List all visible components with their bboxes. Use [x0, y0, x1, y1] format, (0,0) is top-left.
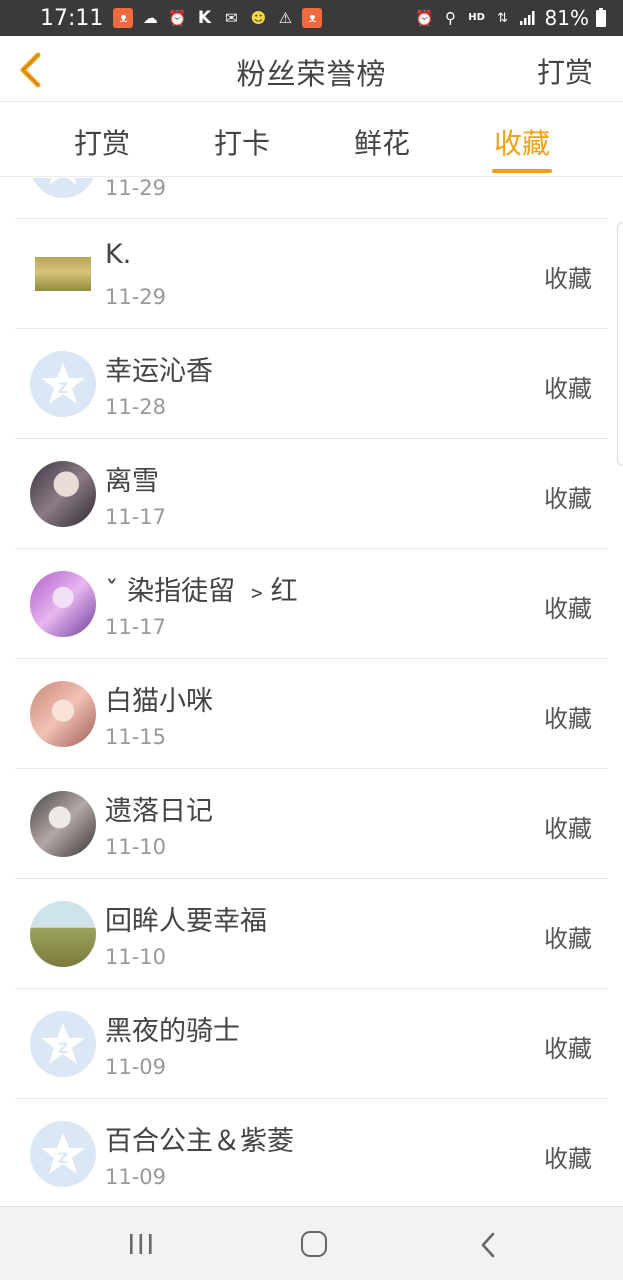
tab-checkin[interactable]: 打卡: [172, 103, 312, 176]
avatar: [30, 178, 96, 198]
avatar: Z: [30, 1011, 96, 1077]
item-date: 11-29: [105, 285, 167, 309]
weather-icon: ☁: [142, 8, 158, 27]
user-name: 白猫小咪: [105, 686, 213, 717]
nav-back-icon[interactable]: [478, 1231, 498, 1259]
list-item[interactable]: ˇ 染指徒留 ﹥红 11-17 收藏: [15, 549, 608, 659]
item-date: 11-17: [105, 615, 167, 639]
system-icons: ⏰ ⚲ HD ⇅ 81%: [415, 6, 607, 30]
active-tab-indicator: [492, 169, 552, 173]
item-date: 11-10: [105, 945, 167, 969]
item-date: 11-09: [105, 1165, 167, 1189]
reward-button[interactable]: 打赏: [537, 51, 593, 91]
scrollbar[interactable]: [617, 222, 623, 466]
alarm-icon: ⏰: [168, 8, 187, 27]
list-item[interactable]: K. 11-29 收藏: [15, 219, 608, 329]
list-item[interactable]: Z 百合公主＆紫菱 11-09 收藏: [15, 1099, 608, 1206]
tab-label: 收藏: [493, 127, 550, 160]
svg-text:Z: Z: [58, 381, 68, 397]
warning-icon: ⚠: [278, 8, 293, 27]
fan-list[interactable]: 11-29 K. 11-29 收藏 Z 幸运沁香 11-28 收藏 离雪 11-17 收藏 ˇ 染指…: [0, 178, 623, 1206]
default-avatar-icon: Z: [41, 363, 85, 404]
user-name: 黑夜的骑士: [105, 1016, 240, 1047]
recent-apps-icon[interactable]: [128, 1233, 154, 1255]
favorite-label: 收藏: [544, 595, 592, 623]
avatar: [30, 681, 96, 747]
user-name: ˇ 染指徒留 ﹥红: [105, 576, 298, 607]
avatar: [35, 257, 91, 291]
favorite-label: 收藏: [544, 925, 592, 953]
status-bar: 17:11 ᴥ ☁ ⏰ K ✉ ☻ ⚠ ᴥ ⏰ ⚲ HD ⇅ 81%: [0, 0, 623, 36]
battery-icon: [596, 8, 606, 27]
notification-icons: ᴥ ☁ ⏰ K ✉ ☻ ⚠ ᴥ: [113, 7, 323, 28]
tab-label: 打卡: [213, 127, 270, 160]
favorite-label: 收藏: [544, 705, 592, 733]
location-icon: ⚲: [445, 8, 457, 27]
avatar: [30, 461, 96, 527]
item-date: 11-09: [105, 1055, 167, 1079]
hd-icon: HD: [468, 12, 485, 23]
emoji-app-icon: ☻: [250, 8, 267, 27]
list-item[interactable]: 离雪 11-17 收藏: [15, 439, 608, 549]
battery-percent: 81%: [544, 6, 589, 30]
signal-icon: [519, 11, 535, 25]
svg-text:Z: Z: [58, 1151, 68, 1167]
default-avatar-icon: [49, 178, 77, 185]
tab-favorites[interactable]: 收藏: [452, 103, 592, 176]
item-date: 11-28: [105, 395, 167, 419]
app-header: 粉丝荣誉榜 打赏: [0, 36, 623, 102]
tab-reward[interactable]: 打赏: [32, 103, 172, 176]
favorite-label: 收藏: [544, 265, 592, 293]
list-item[interactable]: 回眸人要幸福 11-10 收藏: [15, 879, 608, 989]
app-notification-icon: ᴥ: [302, 8, 323, 28]
list-item[interactable]: Z 黑夜的骑士 11-09 收藏: [15, 989, 608, 1099]
favorite-label: 收藏: [544, 1145, 592, 1173]
list-item[interactable]: 11-29: [15, 178, 608, 219]
item-date: 11-10: [105, 835, 167, 859]
k-app-icon: K: [197, 7, 211, 28]
favorite-label: 收藏: [544, 375, 592, 403]
avatar: Z: [30, 1121, 96, 1187]
tab-flowers[interactable]: 鲜花: [312, 103, 452, 176]
default-avatar-icon: Z: [41, 1133, 85, 1174]
user-name: 百合公主＆紫菱: [105, 1126, 294, 1157]
item-date: 11-15: [105, 725, 167, 749]
avatar: [30, 901, 96, 967]
user-name: 幸运沁香: [105, 356, 213, 387]
status-time: 17:11: [40, 5, 104, 31]
home-icon[interactable]: [301, 1231, 327, 1257]
default-avatar-icon: Z: [41, 1023, 85, 1064]
list-item[interactable]: 遗落日记 11-10 收藏: [15, 769, 608, 879]
favorite-label: 收藏: [544, 485, 592, 513]
item-date: 11-17: [105, 505, 167, 529]
user-name: K.: [105, 239, 132, 270]
user-name: 回眸人要幸福: [105, 906, 267, 937]
alarm-icon: ⏰: [415, 8, 434, 27]
avatar: [30, 571, 96, 637]
avatar: [30, 791, 96, 857]
user-name: 遗落日记: [105, 796, 213, 827]
list-item[interactable]: 白猫小咪 11-15 收藏: [15, 659, 608, 769]
user-name: 离雪: [105, 466, 159, 497]
item-date: 11-29: [105, 178, 167, 200]
tab-label: 鲜花: [353, 127, 410, 160]
tab-label: 打赏: [73, 127, 130, 160]
mail-icon: ✉: [225, 8, 238, 27]
data-transfer-icon: ⇅: [497, 10, 508, 26]
favorite-label: 收藏: [544, 815, 592, 843]
app-notification-icon: ᴥ: [113, 8, 134, 28]
favorite-label: 收藏: [544, 1035, 592, 1063]
system-nav-bar: [0, 1206, 623, 1280]
page-title: 粉丝荣誉榜: [236, 57, 387, 91]
list-item[interactable]: Z 幸运沁香 11-28 收藏: [15, 329, 608, 439]
avatar: Z: [30, 351, 96, 417]
svg-text:Z: Z: [58, 1041, 68, 1057]
tab-bar: 打赏 打卡 鲜花 收藏: [0, 103, 623, 177]
